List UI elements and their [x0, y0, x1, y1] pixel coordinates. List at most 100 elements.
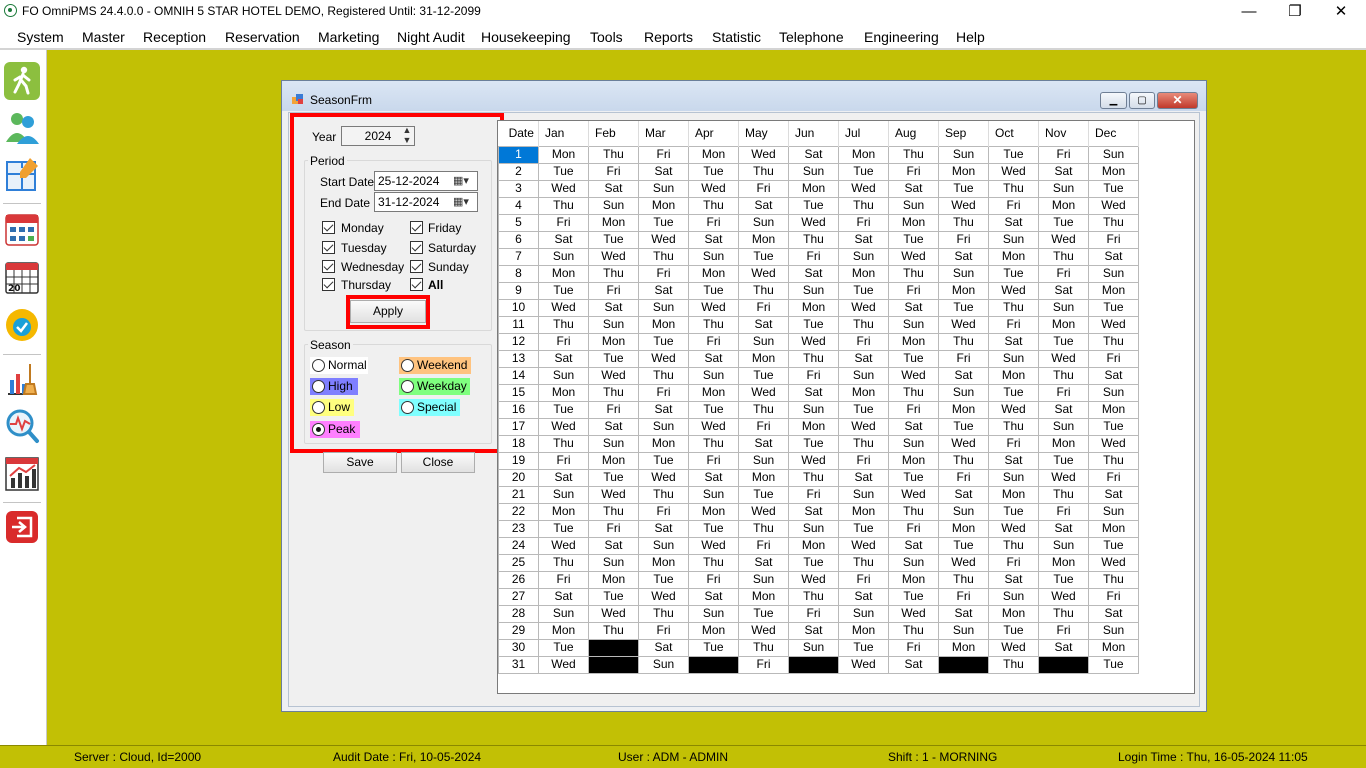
day-cell[interactable]: Sat — [738, 434, 789, 453]
day-cell[interactable]: Wed — [988, 281, 1039, 300]
menu-reception[interactable]: Reception — [143, 29, 206, 45]
day-cell[interactable]: Thu — [838, 434, 889, 453]
day-cell[interactable]: Sun — [588, 196, 639, 215]
day-cell[interactable]: Wed — [738, 502, 789, 521]
day-cell[interactable]: Fri — [688, 570, 739, 589]
invalid-date-cell[interactable] — [688, 655, 739, 674]
day-cell[interactable]: Tue — [938, 536, 989, 555]
day-cell[interactable]: Thu — [988, 179, 1039, 198]
day-cell[interactable]: Wed — [788, 570, 839, 589]
day-cell[interactable]: Tue — [1088, 655, 1139, 674]
day-cell[interactable]: Thu — [538, 315, 589, 334]
day-cell[interactable]: Thu — [788, 468, 839, 487]
day-cell[interactable]: Tue — [588, 349, 639, 368]
day-cell[interactable]: Sat — [588, 298, 639, 317]
day-cell[interactable]: Fri — [538, 332, 589, 351]
dialog-close-icon[interactable]: ✕ — [1157, 92, 1198, 109]
day-cell[interactable]: Mon — [838, 502, 889, 521]
day-cell[interactable]: Mon — [738, 468, 789, 487]
day-cell[interactable]: Sat — [888, 536, 939, 555]
day-cell[interactable]: Fri — [638, 502, 689, 521]
day-cell[interactable]: Fri — [738, 179, 789, 198]
start-calendar-icon[interactable]: ▦▾ — [452, 174, 470, 187]
day-cell[interactable]: Mon — [938, 638, 989, 657]
day-cell[interactable]: Sun — [1088, 264, 1139, 283]
day-cell[interactable]: Sun — [688, 247, 739, 266]
day-cell[interactable]: Mon — [938, 281, 989, 300]
dialog-minimize-icon[interactable]: ▁ — [1100, 92, 1127, 109]
day-cell[interactable]: Thu — [738, 519, 789, 538]
date-cell[interactable]: 10 — [498, 298, 539, 317]
day-cell[interactable]: Tue — [538, 519, 589, 538]
day-cell[interactable]: Sat — [788, 621, 839, 640]
day-cell[interactable]: Thu — [838, 553, 889, 572]
date-cell[interactable]: 7 — [498, 247, 539, 266]
day-cell[interactable]: Mon — [938, 400, 989, 419]
column-header-feb[interactable]: Feb — [588, 121, 639, 146]
day-cell[interactable]: Sat — [588, 417, 639, 436]
day-cell[interactable]: Thu — [688, 434, 739, 453]
sunday-checkbox[interactable] — [410, 260, 423, 273]
day-cell[interactable]: Tue — [738, 247, 789, 266]
day-cell[interactable]: Fri — [538, 213, 589, 232]
column-header-may[interactable]: May — [738, 121, 789, 146]
day-cell[interactable]: Wed — [538, 298, 589, 317]
invalid-date-cell[interactable] — [588, 638, 639, 657]
menu-telephone[interactable]: Telephone — [779, 29, 844, 45]
day-cell[interactable]: Wed — [1088, 196, 1139, 215]
day-cell[interactable]: Fri — [788, 604, 839, 623]
day-cell[interactable]: Mon — [888, 213, 939, 232]
day-cell[interactable]: Thu — [938, 451, 989, 470]
day-cell[interactable]: Sun — [938, 502, 989, 521]
column-header-jul[interactable]: Jul — [838, 121, 889, 146]
day-cell[interactable]: Mon — [838, 621, 889, 640]
day-cell[interactable]: Thu — [938, 213, 989, 232]
day-cell[interactable]: Sun — [988, 230, 1039, 249]
day-cell[interactable]: Wed — [538, 536, 589, 555]
day-cell[interactable]: Mon — [988, 604, 1039, 623]
column-header-mar[interactable]: Mar — [638, 121, 689, 146]
day-cell[interactable]: Tue — [588, 587, 639, 606]
day-cell[interactable]: Mon — [688, 502, 739, 521]
day-cell[interactable]: Fri — [788, 485, 839, 504]
day-cell[interactable]: Fri — [988, 315, 1039, 334]
day-cell[interactable]: Sat — [638, 281, 689, 300]
day-cell[interactable]: Wed — [888, 247, 939, 266]
day-cell[interactable]: Tue — [688, 162, 739, 181]
saturday-checkbox[interactable] — [410, 241, 423, 254]
day-cell[interactable]: Thu — [638, 604, 689, 623]
column-header-dec[interactable]: Dec — [1088, 121, 1139, 146]
day-cell[interactable]: Sun — [888, 196, 939, 215]
day-cell[interactable]: Sun — [1088, 621, 1139, 640]
day-cell[interactable]: Mon — [638, 315, 689, 334]
day-cell[interactable]: Wed — [688, 536, 739, 555]
minimize-icon[interactable]: — — [1226, 0, 1272, 24]
day-cell[interactable]: Sat — [788, 264, 839, 283]
day-cell[interactable]: Mon — [738, 349, 789, 368]
day-cell[interactable]: Wed — [538, 655, 589, 674]
season-weekend-radio[interactable] — [401, 359, 414, 372]
day-cell[interactable]: Thu — [538, 553, 589, 572]
day-cell[interactable]: Sun — [938, 621, 989, 640]
day-cell[interactable]: Tue — [988, 383, 1039, 402]
day-cell[interactable]: Tue — [788, 553, 839, 572]
day-cell[interactable]: Fri — [938, 468, 989, 487]
day-cell[interactable]: Mon — [1038, 553, 1089, 572]
day-cell[interactable]: Fri — [638, 383, 689, 402]
day-cell[interactable]: Sat — [588, 179, 639, 198]
day-cell[interactable]: Thu — [988, 417, 1039, 436]
invalid-date-cell[interactable] — [788, 655, 839, 674]
day-cell[interactable]: Thu — [1088, 570, 1139, 589]
menu-housekeeping[interactable]: Housekeeping — [481, 29, 571, 45]
day-cell[interactable]: Mon — [1088, 519, 1139, 538]
day-cell[interactable]: Tue — [888, 349, 939, 368]
day-cell[interactable]: Fri — [788, 366, 839, 385]
day-cell[interactable]: Tue — [538, 162, 589, 181]
day-cell[interactable]: Tue — [538, 400, 589, 419]
day-cell[interactable]: Sat — [938, 485, 989, 504]
day-cell[interactable]: Sun — [538, 604, 589, 623]
date-cell[interactable]: 15 — [498, 383, 539, 402]
season-high-radio[interactable] — [312, 380, 325, 393]
day-cell[interactable]: Sat — [888, 655, 939, 674]
day-cell[interactable]: Wed — [538, 417, 589, 436]
